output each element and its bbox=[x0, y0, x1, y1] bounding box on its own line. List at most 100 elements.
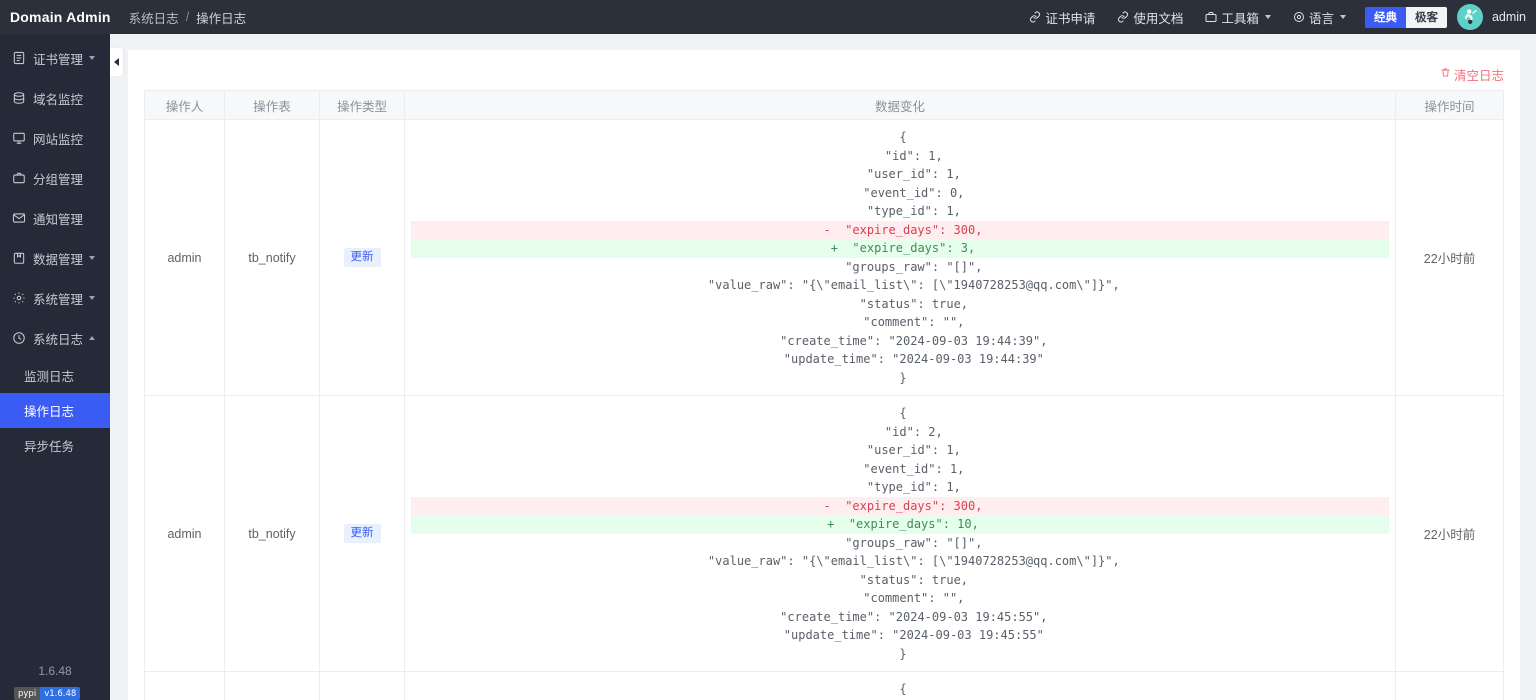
diff-line-ctx: "event_id": 0, bbox=[841, 185, 965, 200]
box-icon bbox=[11, 251, 26, 266]
column-header-table: 操作表 bbox=[224, 90, 320, 120]
sidebar-item-site-monitor[interactable]: 网站监控 bbox=[0, 118, 110, 158]
sidebar-item-data[interactable]: 数据管理 bbox=[0, 238, 110, 278]
cell-data-diff: { "id": 1, "user_id": 1, "event_id": 0, … bbox=[404, 119, 1396, 396]
top-link-language[interactable]: 语言 bbox=[1282, 0, 1357, 34]
table-header-row: 操作人 操作表 操作类型 数据变化 操作时间 bbox=[144, 90, 1504, 120]
username-label[interactable]: admin bbox=[1492, 10, 1526, 24]
breadcrumb-separator: / bbox=[185, 10, 190, 24]
sidebar-item-label: 通知管理 bbox=[33, 212, 84, 227]
submenu-item-label: 操作日志 bbox=[24, 405, 75, 419]
toolbox-icon bbox=[1205, 11, 1217, 23]
sidebar-item-label: 数据管理 bbox=[33, 252, 84, 267]
cell-operation-type: 更新 bbox=[319, 119, 405, 396]
top-link-certificate-apply[interactable]: 证书申请 bbox=[1018, 0, 1106, 34]
cell-operation-time bbox=[1395, 671, 1504, 700]
diff-line-ctx: "id": 1, bbox=[863, 148, 943, 163]
diff-line-ctx: "groups_raw": "[]", bbox=[823, 259, 983, 274]
database-icon bbox=[11, 91, 26, 106]
diff-line-ctx: "create_time": "2024-09-03 19:44:39", bbox=[758, 333, 1048, 348]
clear-log-label: 清空日志 bbox=[1453, 68, 1504, 83]
cell-operation-type: 更新 bbox=[319, 395, 405, 672]
table-body: admin tb_notify 更新 { "id": 1, "user_id": 1,… bbox=[144, 119, 1504, 700]
cell-data-diff: { "id": 2, "user_id": 1, "event_id": 1, … bbox=[404, 395, 1396, 672]
sidebar-item-async-task[interactable]: 异步任务 bbox=[0, 428, 110, 463]
chevron-down-icon bbox=[89, 56, 96, 60]
chevron-down-icon bbox=[89, 256, 96, 260]
theme-option-geek[interactable]: 极客 bbox=[1405, 6, 1447, 28]
cell-operator: admin bbox=[144, 119, 225, 396]
chevron-left-icon bbox=[114, 58, 119, 66]
cell-operation-time: 22小时前 bbox=[1395, 395, 1504, 672]
sidebar-item-label: 系统管理 bbox=[33, 292, 84, 307]
folder-icon bbox=[11, 171, 26, 186]
sidebar-item-operation-log[interactable]: 操作日志 bbox=[0, 393, 110, 428]
sidebar-item-notification[interactable]: 通知管理 bbox=[0, 198, 110, 238]
pypi-badge-right: v1.6.48 bbox=[40, 687, 81, 700]
diff-line-ctx: } bbox=[899, 370, 907, 385]
top-bar-actions: 证书申请 使用文档 工具箱 语言 经典 极客 admin bbox=[1018, 0, 1536, 34]
json-diff-block: { "id": 2, "user_id": 1, "event_id": 1, … bbox=[411, 396, 1389, 671]
table-row: admin tb_notify 更新 { "id": 2, "user_id": 1,… bbox=[144, 395, 1504, 672]
column-header-time: 操作时间 bbox=[1395, 90, 1504, 120]
column-header-type: 操作类型 bbox=[319, 90, 405, 120]
cell-operation-time: 22小时前 bbox=[1395, 119, 1504, 396]
diff-line-del: - "expire_days": 300, bbox=[411, 220, 1389, 239]
diff-line-ctx: "update_time": "2024-09-03 19:44:39" bbox=[762, 352, 1044, 366]
clear-log-button[interactable]: 清空日志 bbox=[1440, 65, 1504, 84]
diff-line-ctx: { bbox=[899, 406, 907, 420]
diff-line-ctx: "comment": "", bbox=[841, 315, 965, 329]
cell-operator bbox=[144, 671, 225, 700]
top-link-label: 工具箱 bbox=[1221, 11, 1259, 26]
link-icon bbox=[1029, 11, 1041, 23]
sidebar-item-certificate[interactable]: 证书管理 bbox=[0, 38, 110, 78]
sidebar-item-system-log[interactable]: 系统日志 bbox=[0, 318, 110, 358]
trash-icon bbox=[1440, 67, 1451, 81]
breadcrumb-item-0[interactable]: 系统日志 bbox=[129, 8, 179, 27]
table-row: { bbox=[144, 671, 1504, 700]
cell-table-name: tb_notify bbox=[224, 395, 320, 672]
diff-line-ctx: "update_time": "2024-09-03 19:45:55" bbox=[762, 628, 1044, 642]
top-link-toolbox[interactable]: 工具箱 bbox=[1194, 0, 1282, 34]
cell-data-diff: { bbox=[404, 671, 1396, 700]
sidebar-item-monitor-log[interactable]: 监测日志 bbox=[0, 358, 110, 393]
breadcrumb-item-1[interactable]: 操作日志 bbox=[196, 8, 246, 27]
breadcrumb: 系统日志 / 操作日志 bbox=[129, 8, 247, 27]
chevron-down-icon bbox=[1339, 15, 1346, 19]
cell-operation-type bbox=[319, 671, 405, 700]
main-content: 清空日志 操作人 操作表 操作类型 数据变化 操作时间 admin tb_noti… bbox=[110, 34, 1536, 700]
gear-icon bbox=[11, 291, 26, 306]
json-diff-block: { bbox=[411, 672, 1389, 700]
sidebar-item-group[interactable]: 分组管理 bbox=[0, 158, 110, 198]
sidebar-item-label: 证书管理 bbox=[33, 52, 84, 67]
table-head: 操作人 操作表 操作类型 数据变化 操作时间 bbox=[144, 90, 1504, 120]
operation-log-card: 清空日志 操作人 操作表 操作类型 数据变化 操作时间 admin tb_noti… bbox=[128, 50, 1520, 700]
sidebar: 证书管理 域名监控 网站监控 分组管理 通知管理 数据管理 系统管理 系统日志 … bbox=[0, 34, 110, 700]
diff-line-ctx: "value_raw": "{\"email_list\": [\"194072… bbox=[686, 278, 1120, 292]
sidebar-menu: 证书管理 域名监控 网站监控 分组管理 通知管理 数据管理 系统管理 系统日志 … bbox=[0, 34, 110, 463]
sidebar-item-domain-monitor[interactable]: 域名监控 bbox=[0, 78, 110, 118]
theme-option-classic[interactable]: 经典 bbox=[1364, 6, 1406, 28]
sidebar-item-label: 分组管理 bbox=[33, 172, 84, 187]
sidebar-collapse-toggle[interactable] bbox=[110, 48, 123, 76]
column-header-data-diff: 数据变化 bbox=[404, 90, 1396, 120]
mail-icon bbox=[11, 211, 26, 226]
app-brand[interactable]: Domain Admin bbox=[0, 9, 111, 25]
diff-line-ctx: "status": true, bbox=[837, 572, 969, 587]
cell-table-name bbox=[224, 671, 320, 700]
diff-line-ctx: "create_time": "2024-09-03 19:45:55", bbox=[758, 609, 1048, 624]
diff-line-add: + "expire_days": 3, bbox=[411, 239, 1389, 258]
diff-line-ctx: "id": 2, bbox=[863, 424, 943, 439]
diff-line-ctx: "user_id": 1, bbox=[845, 443, 961, 457]
sidebar-item-system[interactable]: 系统管理 bbox=[0, 278, 110, 318]
diff-line-ctx: "type_id": 1, bbox=[845, 480, 961, 494]
submenu-item-label: 监测日志 bbox=[24, 370, 75, 384]
avatar[interactable] bbox=[1456, 4, 1483, 30]
column-header-operator: 操作人 bbox=[144, 90, 225, 120]
top-link-docs[interactable]: 使用文档 bbox=[1106, 0, 1194, 34]
diff-line-ctx: "groups_raw": "[]", bbox=[823, 535, 983, 550]
theme-toggle[interactable]: 经典 极客 bbox=[1364, 6, 1447, 28]
diff-line-add: + "expire_days": 10, bbox=[411, 515, 1389, 534]
pypi-version-badge[interactable]: pypi v1.6.48 bbox=[14, 687, 81, 700]
diff-line-ctx: "event_id": 1, bbox=[841, 461, 965, 476]
